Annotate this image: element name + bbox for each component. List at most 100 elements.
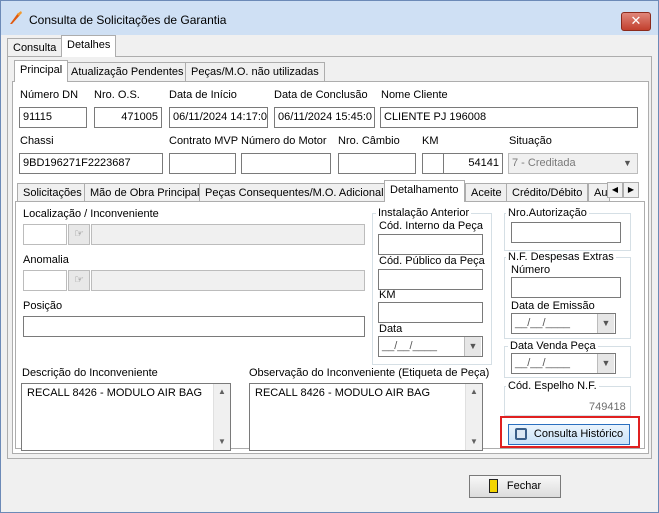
descricao-memo[interactable]: RECALL 8426 - MODULO AIR BAG ▲ ▼	[21, 383, 231, 451]
situacao-select[interactable]: 7 - Creditada ▼	[508, 153, 638, 174]
descricao-text: RECALL 8426 - MODULO AIR BAG	[27, 387, 203, 399]
descricao-scrollbar[interactable]: ▲ ▼	[213, 384, 230, 450]
km-prefix-field[interactable]	[422, 153, 444, 174]
cod-publico-label: Cód. Público da Peça	[379, 255, 485, 267]
km-anterior-label: KM	[379, 289, 396, 301]
title-bar: Consulta de Solicitações de Garantia ✕	[1, 1, 658, 35]
contrato-mvp-field[interactable]	[169, 153, 236, 174]
numero-dn-field[interactable]: 91115	[19, 107, 87, 128]
scroll-up-icon[interactable]: ▲	[214, 384, 230, 400]
instalacao-anterior-title: Instalação Anterior	[376, 207, 472, 219]
data-inicio-field[interactable]: 06/11/2024 14:17:0	[169, 107, 268, 128]
data-venda-label: Data Venda Peça	[508, 340, 598, 352]
localizacao-label: Localização / Inconveniente	[23, 208, 159, 220]
fechar-label: Fechar	[506, 480, 542, 492]
app-icon	[10, 11, 22, 24]
data-venda-field[interactable]: __/__/____ ▼	[511, 353, 616, 374]
posicao-field[interactable]	[23, 316, 365, 337]
chevron-down-icon[interactable]: ▼	[597, 354, 614, 373]
window-title: Consulta de Solicitações de Garantia	[29, 13, 227, 27]
nro-os-field[interactable]: 471005	[94, 107, 162, 128]
tab-detalhamento-label: Detalhamento	[390, 184, 459, 196]
cod-espelho-value: 749418	[589, 401, 626, 413]
data-inicio-label: Data de Início	[169, 89, 237, 101]
nro-autorizacao-field[interactable]	[511, 222, 621, 243]
tab-pecas-label: Peças/M.O. não utilizadas	[191, 66, 319, 78]
tab-consulta-label: Consulta	[13, 42, 57, 54]
tab-consulta[interactable]: Consulta	[7, 38, 63, 58]
scroll-down-icon[interactable]: ▼	[466, 434, 482, 450]
tab-mao-de-obra-principal[interactable]: Mão de Obra Principal	[84, 183, 206, 203]
localizacao-code-field[interactable]	[23, 224, 67, 245]
posicao-label: Posição	[23, 300, 63, 312]
nro-cambio-label: Nro. Câmbio	[338, 135, 400, 147]
nf-numero-label: Número	[511, 264, 551, 276]
tab-scroll-left-icon[interactable]: ◀	[607, 182, 623, 198]
scroll-down-icon[interactable]: ▼	[214, 434, 230, 450]
tab-credito-debito-label: Crédito/Débito	[512, 187, 583, 199]
tab-solicitacoes[interactable]: Solicitações	[17, 183, 88, 203]
anomalia-label: Anomalia	[23, 254, 69, 266]
numero-dn-label: Número DN	[20, 89, 79, 101]
tab-aceite-label: Aceite	[471, 187, 502, 199]
observacao-memo[interactable]: RECALL 8426 - MODULO AIR BAG ▲ ▼	[249, 383, 483, 451]
km-anterior-field[interactable]	[378, 302, 483, 323]
anomalia-description-field	[91, 270, 365, 291]
consulta-historico-label: Consulta Histórico	[533, 428, 624, 440]
fechar-button[interactable]: Fechar	[469, 475, 561, 498]
tab-credito-debito[interactable]: Crédito/Débito	[506, 183, 589, 203]
chassi-field[interactable]: 9BD196271F2223687	[19, 153, 163, 174]
nome-cliente-label: Nome Cliente	[381, 89, 448, 101]
data-emissao-field[interactable]: __/__/____ ▼	[511, 313, 616, 334]
localizacao-description-field	[91, 224, 365, 245]
tab-detalhes-label: Detalhes	[67, 39, 111, 51]
observacao-text: RECALL 8426 - MODULO AIR BAG	[255, 387, 431, 399]
data-conclusao-field[interactable]: 06/11/2024 15:45:0	[274, 107, 375, 128]
km-field[interactable]: 54141	[443, 153, 503, 174]
nf-despesas-title: N.F. Despesas Extras	[506, 251, 616, 263]
tab-atualizacao-pendentes[interactable]: Atualização Pendentes	[65, 62, 190, 82]
tab-detalhamento[interactable]: Detalhamento	[384, 180, 465, 202]
nome-cliente-field[interactable]: CLIENTE PJ 196008	[380, 107, 638, 128]
exit-door-icon	[488, 479, 498, 494]
localizacao-lookup-icon[interactable]: ☞	[68, 224, 90, 245]
tab-scroll-right-icon[interactable]: ▶	[623, 182, 639, 198]
chevron-down-icon[interactable]: ▼	[464, 337, 481, 356]
chassi-label: Chassi	[20, 135, 54, 147]
data-conclusao-label: Data de Conclusão	[274, 89, 368, 101]
consulta-historico-button[interactable]: Consulta Histórico	[508, 424, 630, 445]
nro-autorizacao-label: Nro.Autorização	[506, 207, 589, 219]
data-anterior-field[interactable]: __/__/____ ▼	[378, 336, 483, 357]
km-label: KM	[422, 135, 439, 147]
descricao-label: Descrição do Inconveniente	[22, 367, 158, 379]
close-button[interactable]: ✕	[621, 12, 651, 31]
cod-interno-field[interactable]	[378, 234, 483, 255]
data-emissao-label: Data de Emissão	[511, 300, 595, 312]
anomalia-code-field[interactable]	[23, 270, 67, 291]
cod-interno-label: Cód. Interno da Peça	[379, 220, 483, 232]
close-icon[interactable]: ✕	[631, 13, 642, 28]
nro-cambio-field[interactable]	[338, 153, 416, 174]
cod-publico-field[interactable]	[378, 269, 483, 290]
observacao-scrollbar[interactable]: ▲ ▼	[465, 384, 482, 450]
numero-motor-field[interactable]	[241, 153, 331, 174]
data-emissao-value: __/__/____	[515, 317, 571, 329]
tab-aceite[interactable]: Aceite	[465, 183, 508, 203]
data-venda-value: __/__/____	[515, 357, 571, 369]
cod-espelho-label: Cód. Espelho N.F.	[506, 380, 599, 392]
tab-au-label: Au	[594, 187, 608, 199]
chevron-down-icon[interactable]: ▼	[619, 154, 636, 173]
tab-solicitacoes-label: Solicitações	[23, 187, 82, 199]
data-anterior-value: __/__/____	[382, 340, 438, 352]
nf-numero-field[interactable]	[511, 277, 621, 298]
tab-pecas-mo-nao-utilizadas[interactable]: Peças/M.O. não utilizadas	[185, 62, 325, 82]
nro-os-label: Nro. O.S.	[94, 89, 140, 101]
tab-detalhes[interactable]: Detalhes	[61, 35, 117, 57]
anomalia-lookup-icon[interactable]: ☞	[68, 270, 90, 291]
data-anterior-label: Data	[379, 323, 403, 335]
tab-pecas-consequentes[interactable]: Peças Consequentes/M.O. Adicional	[199, 183, 390, 203]
tab-principal[interactable]: Principal	[14, 60, 69, 82]
chevron-down-icon[interactable]: ▼	[597, 314, 614, 333]
tab-mao-de-obra-label: Mão de Obra Principal	[90, 187, 200, 199]
scroll-up-icon[interactable]: ▲	[466, 384, 482, 400]
